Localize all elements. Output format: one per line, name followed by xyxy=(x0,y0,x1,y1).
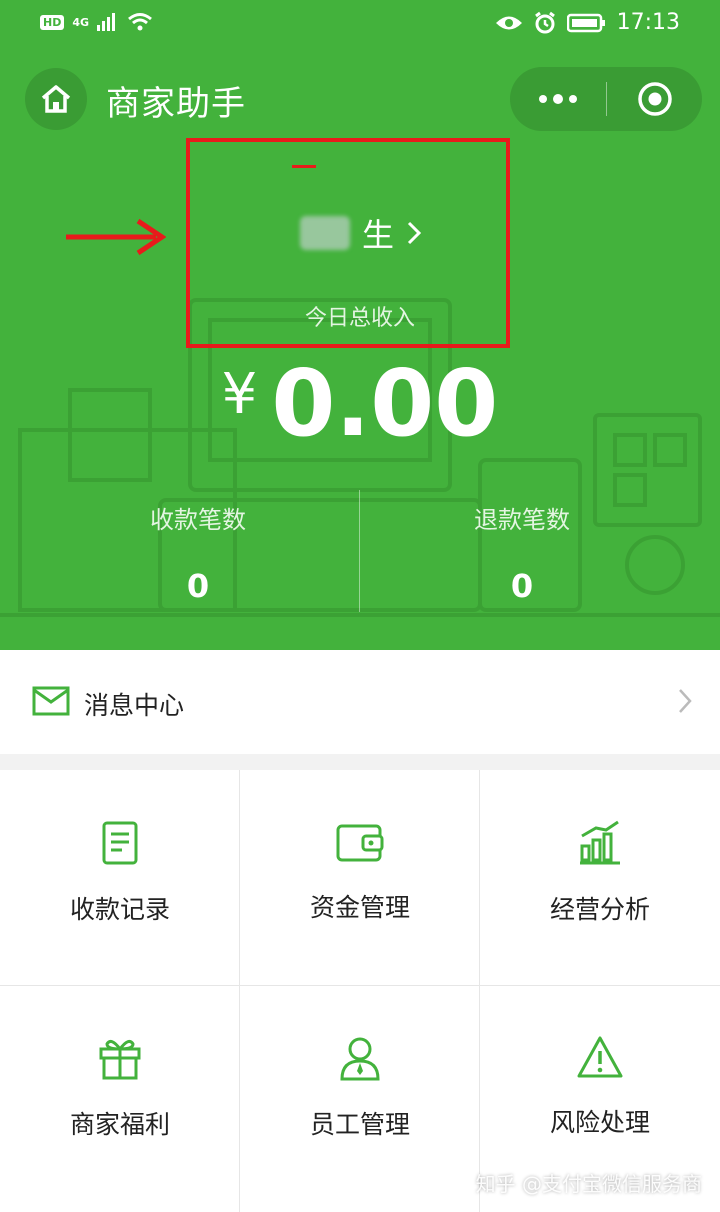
mail-icon xyxy=(32,686,70,716)
receipt-icon xyxy=(102,821,138,865)
eye-icon xyxy=(495,16,522,29)
grid-item-label: 商家福利 xyxy=(69,1110,170,1139)
more-button[interactable] xyxy=(510,67,606,131)
network-type: 4G xyxy=(72,15,90,29)
navigation-bar: 商家助手 xyxy=(0,62,720,136)
staff-icon xyxy=(340,1037,380,1081)
stat-label: 收款笔数 xyxy=(150,506,246,534)
clock: 17:13 xyxy=(616,10,680,35)
message-center-label: 消息中心 xyxy=(84,691,185,720)
annotation-highlight-box xyxy=(186,138,510,348)
receipt-count-stat[interactable]: 收款笔数 0 xyxy=(18,500,378,605)
hd-badge: HD xyxy=(40,14,65,30)
amount-value: 0.00 xyxy=(271,350,499,457)
grid-item-label: 员工管理 xyxy=(309,1110,410,1139)
warning-icon xyxy=(577,1036,623,1078)
grid-item-label: 经营分析 xyxy=(549,895,650,924)
watermark: 知乎 @支付宝微信服务商 xyxy=(475,1172,702,1196)
home-icon xyxy=(41,85,71,113)
refund-count-stat[interactable]: 退款笔数 0 xyxy=(342,500,702,605)
annotation-mark xyxy=(292,165,316,168)
page-title: 商家助手 xyxy=(106,84,246,124)
gift-icon xyxy=(99,1039,141,1080)
currency-symbol: ¥ xyxy=(221,362,258,427)
signal-icon xyxy=(97,13,116,31)
status-bar: HD 4G 17:13 xyxy=(0,0,720,52)
alarm-icon xyxy=(534,11,555,33)
close-target-icon xyxy=(637,82,672,116)
miniprogram-capsule xyxy=(510,67,702,131)
wifi-icon xyxy=(128,13,152,31)
annotation-arrow-icon xyxy=(66,218,166,256)
grid-item-label: 风险处理 xyxy=(549,1108,650,1137)
grid-item-fund-management[interactable]: 资金管理 xyxy=(240,770,480,985)
close-button[interactable] xyxy=(607,67,702,131)
chevron-right-icon xyxy=(679,689,692,713)
message-center-row[interactable]: 消息中心 xyxy=(0,650,720,754)
bar-chart-icon xyxy=(580,820,620,865)
grid-item-staff-management[interactable]: 员工管理 xyxy=(240,985,480,1200)
home-button[interactable] xyxy=(25,68,87,130)
grid-item-label: 收款记录 xyxy=(69,895,170,924)
stat-value: 0 xyxy=(186,567,210,605)
wallet-icon xyxy=(336,824,384,862)
income-amount: ¥0.00 xyxy=(0,350,720,457)
function-grid: 收款记录 资金管理 经营分析 商家福利 员工管理 风险处理 xyxy=(0,770,720,1212)
dashboard-header: HD 4G 17:13 商家助手 生 今日总收入 ¥ 0.00 收款笔数 0 退… xyxy=(0,0,720,650)
grid-item-merchant-benefits[interactable]: 商家福利 xyxy=(0,985,240,1200)
grid-item-receipt-records[interactable]: 收款记录 xyxy=(0,770,240,985)
more-dots-icon xyxy=(539,94,577,104)
battery-icon xyxy=(566,13,605,32)
stat-value: 0 xyxy=(510,567,534,605)
stat-label: 退款笔数 xyxy=(474,506,570,534)
grid-item-label: 资金管理 xyxy=(309,893,410,922)
grid-item-business-analysis[interactable]: 经营分析 xyxy=(480,770,720,985)
